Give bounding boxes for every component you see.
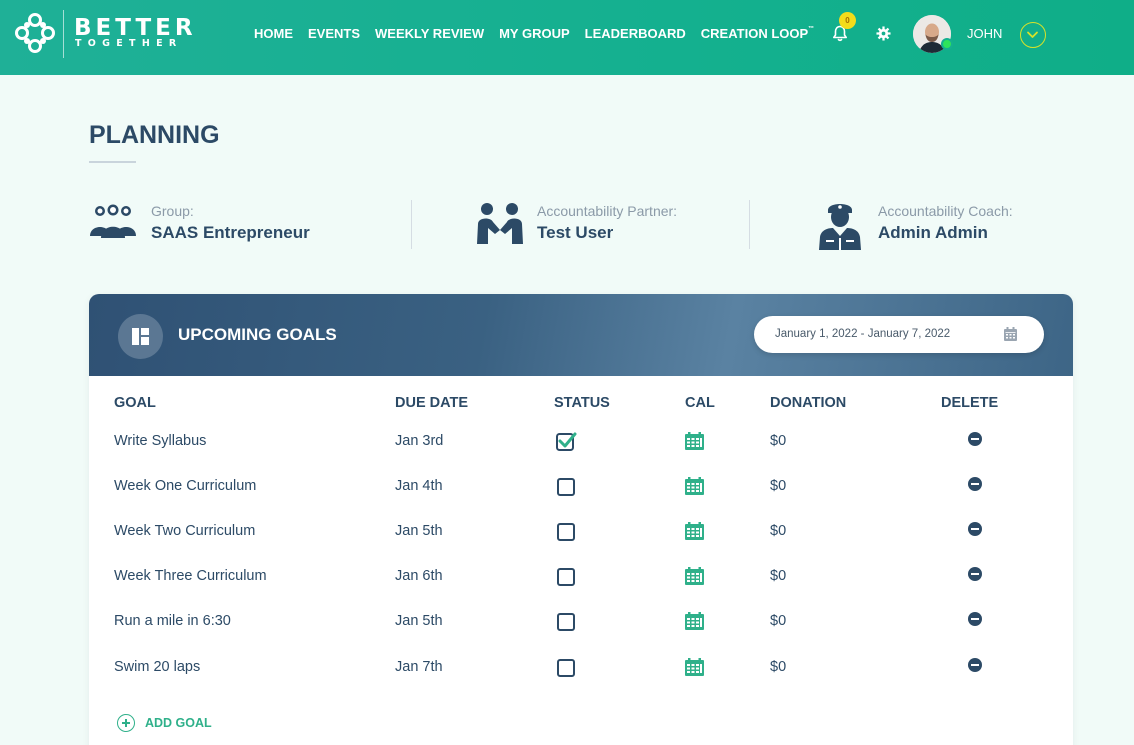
- table-row: Write Syllabus Jan 3rd $0: [89, 430, 1073, 478]
- column-header-delete: DELETE: [941, 395, 999, 411]
- calendar-add-icon[interactable]: [685, 567, 704, 585]
- goal-name: Week One Curriculum: [114, 478, 257, 494]
- goal-name: Run a mile in 6:30: [114, 613, 231, 629]
- info-divider: [749, 200, 750, 249]
- chevron-down-icon: [1027, 31, 1038, 38]
- top-navbar: BETTER TOGETHER HOME EVENTS WEEKLY REVIE…: [0, 0, 1134, 75]
- table-row: Week Three Curriculum Jan 6th $0: [89, 567, 1073, 613]
- delete-goal-icon[interactable]: [968, 658, 982, 672]
- nav-creation-loop[interactable]: CREATION LOOP™: [701, 26, 814, 41]
- column-header-donation: DONATION: [770, 395, 847, 411]
- status-checkbox-checked[interactable]: [555, 430, 577, 452]
- nav-events[interactable]: EVENTS: [308, 26, 360, 41]
- calendar-add-icon[interactable]: [685, 612, 704, 630]
- handshake-icon: [477, 203, 523, 244]
- gear-icon[interactable]: [876, 26, 891, 41]
- coach-icon: [819, 204, 861, 250]
- notification-badge: 0: [839, 12, 856, 29]
- goal-name: Week Three Curriculum: [114, 568, 267, 584]
- group-icon: [90, 204, 136, 238]
- coach-info: Accountability Coach: Admin Admin: [818, 200, 1058, 250]
- status-checkbox[interactable]: [557, 659, 575, 677]
- goal-name: Swim 20 laps: [114, 659, 201, 675]
- due-date: Jan 3rd: [395, 433, 444, 449]
- column-header-due-date: DUE DATE: [395, 395, 469, 411]
- table-row: Run a mile in 6:30 Jan 5th $0: [89, 612, 1073, 658]
- due-date: Jan 5th: [395, 613, 443, 629]
- date-range-value: January 1, 2022 - January 7, 2022: [775, 328, 951, 340]
- upcoming-goals-card: UPCOMING GOALS January 1, 2022 - January…: [89, 294, 1073, 745]
- group-label: Group:: [151, 203, 194, 219]
- calendar-add-icon[interactable]: [685, 432, 704, 450]
- donation-amount: $0: [770, 613, 787, 629]
- coach-value: Admin Admin: [878, 223, 988, 242]
- user-menu-toggle[interactable]: [1020, 22, 1046, 48]
- date-range-picker[interactable]: January 1, 2022 - January 7, 2022: [754, 316, 1044, 353]
- donation-amount: $0: [770, 433, 787, 449]
- delete-goal-icon[interactable]: [968, 567, 982, 581]
- page-title: PLANNING: [89, 121, 220, 149]
- delete-goal-icon[interactable]: [968, 477, 982, 491]
- card-title: UPCOMING GOALS: [178, 325, 337, 344]
- title-underline: [89, 161, 136, 163]
- username-label[interactable]: JOHN: [967, 26, 1002, 41]
- nav-weekly-review[interactable]: WEEKLY REVIEW: [375, 26, 484, 41]
- status-checkbox[interactable]: [557, 478, 575, 496]
- due-date: Jan 7th: [395, 659, 443, 675]
- online-status-dot: [941, 38, 953, 50]
- add-goal-label: ADD GOAL: [145, 716, 212, 730]
- status-checkbox[interactable]: [557, 613, 575, 631]
- donation-amount: $0: [770, 523, 787, 539]
- donation-amount: $0: [770, 659, 787, 675]
- table-row: Week One Curriculum Jan 4th $0: [89, 477, 1073, 523]
- status-checkbox[interactable]: [557, 568, 575, 586]
- logo-wordmark-bottom[interactable]: TOGETHER: [75, 38, 182, 49]
- due-date: Jan 4th: [395, 478, 443, 494]
- due-date: Jan 5th: [395, 523, 443, 539]
- partner-value: Test User: [537, 223, 614, 242]
- add-goal-button[interactable]: ADD GOAL: [117, 714, 212, 732]
- nav-my-group[interactable]: MY GROUP: [499, 26, 570, 41]
- table-row: Swim 20 laps Jan 7th $0: [89, 658, 1073, 704]
- table-row: Week Two Curriculum Jan 5th $0: [89, 522, 1073, 568]
- nav-home[interactable]: HOME: [254, 26, 293, 41]
- partner-label: Accountability Partner:: [537, 203, 678, 219]
- card-header: UPCOMING GOALS January 1, 2022 - January…: [89, 294, 1073, 376]
- donation-amount: $0: [770, 478, 787, 494]
- donation-amount: $0: [770, 568, 787, 584]
- info-divider: [411, 200, 412, 249]
- delete-goal-icon[interactable]: [968, 522, 982, 536]
- due-date: Jan 6th: [395, 568, 443, 584]
- group-info: Group: SAAS Entrepreneur: [89, 200, 389, 250]
- logo-icon[interactable]: [14, 12, 56, 54]
- partner-info: Accountability Partner: Test User: [475, 200, 735, 250]
- column-header-goal: GOAL: [114, 395, 156, 411]
- delete-goal-icon[interactable]: [968, 432, 982, 446]
- nav-leaderboard[interactable]: LEADERBOARD: [585, 26, 686, 41]
- calendar-add-icon[interactable]: [685, 477, 704, 495]
- main-nav: HOME EVENTS WEEKLY REVIEW MY GROUP LEADE…: [254, 26, 829, 41]
- column-header-status: STATUS: [554, 395, 610, 411]
- group-value: SAAS Entrepreneur: [151, 223, 310, 242]
- column-header-cal: CAL: [685, 395, 715, 411]
- goal-name: Week Two Curriculum: [114, 523, 256, 539]
- calendar-add-icon[interactable]: [685, 522, 704, 540]
- coach-label: Accountability Coach:: [878, 203, 1013, 219]
- delete-goal-icon[interactable]: [968, 612, 982, 626]
- status-checkbox[interactable]: [557, 523, 575, 541]
- goal-name: Write Syllabus: [114, 433, 207, 449]
- calendar-icon: [1004, 327, 1017, 341]
- dashboard-icon: [118, 314, 163, 359]
- calendar-add-icon[interactable]: [685, 658, 704, 676]
- plus-circle-icon: [117, 714, 135, 732]
- trademark-mark: ™: [808, 26, 815, 32]
- nav-creation-loop-label: CREATION LOOP: [700, 26, 809, 41]
- logo-divider: [63, 10, 64, 58]
